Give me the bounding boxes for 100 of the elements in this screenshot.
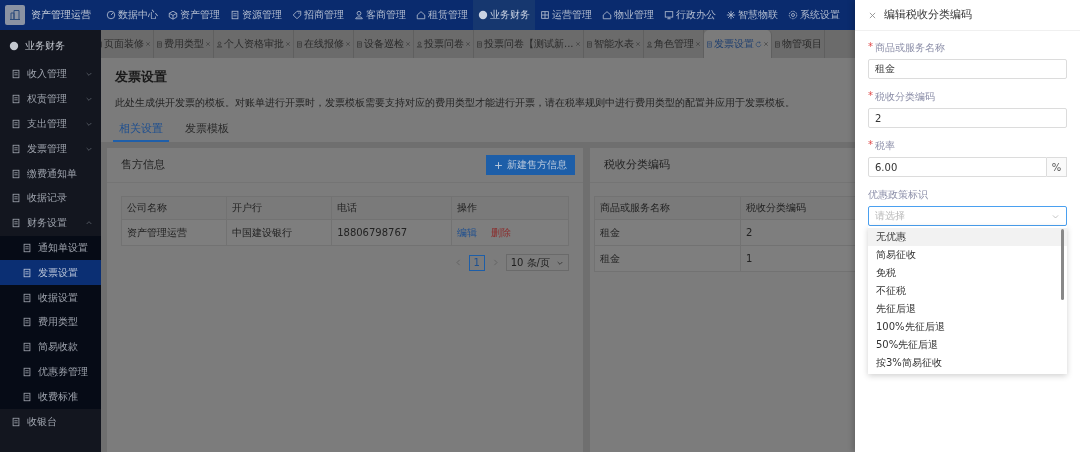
close-icon [634, 41, 641, 47]
table-cell: 资产管理运营 [121, 219, 227, 246]
sidebar-item[interactable]: 发票设置 [0, 260, 101, 286]
refresh-icon [754, 40, 762, 48]
text-field[interactable]: 租金 [868, 59, 1067, 79]
nav-item[interactable]: 资源管理 [225, 0, 287, 30]
rate-field[interactable]: 6.00 [868, 157, 1047, 177]
close-icon [205, 41, 211, 47]
settings-icon [788, 10, 798, 20]
dropdown-option[interactable]: 按3%简易征收 [868, 354, 1067, 372]
dropdown-option[interactable]: 先征后退 [868, 300, 1067, 318]
table-cell: 2 [740, 219, 855, 246]
dropdown-option[interactable]: 不征税 [868, 282, 1067, 300]
column-header: 电话 [331, 196, 452, 220]
close-icon [285, 41, 291, 47]
person-icon [645, 40, 653, 48]
drawer-title: 编辑税收分类编码 [884, 8, 972, 22]
sidebar-item[interactable]: 费用类型 [0, 309, 101, 335]
chevron-down-icon [85, 95, 93, 104]
sidebar-item[interactable]: 权责管理 [0, 86, 101, 112]
nav-item[interactable]: 数据中心 [101, 0, 163, 30]
page-description: 此处生成供开发票的模板。对账单进行开票时，发票模板需要支持对应的费用类型才能进行开票，请在税率规则中进行费用类型的配置并应用于发票模板。 [115, 96, 796, 110]
person-icon [416, 40, 423, 48]
nav-item[interactable]: 运营管理 [535, 0, 597, 30]
field-label: 优惠政策标识 [868, 188, 928, 202]
close-icon [405, 41, 411, 47]
close-icon [574, 41, 581, 47]
sidebar-item[interactable]: 简易收款 [0, 334, 101, 360]
close-icon [868, 10, 877, 20]
sidebar-item[interactable]: 收费标准 [0, 384, 101, 410]
page-title: 发票设置 [115, 68, 168, 86]
section-tab[interactable]: 发票模板 [179, 122, 235, 142]
sidebar-item[interactable]: 支出管理 [0, 111, 101, 137]
required-mark: * [868, 90, 873, 103]
person-icon [354, 10, 364, 20]
sidebar-item[interactable]: 收据设置 [0, 285, 101, 310]
dropdown-option[interactable]: 100%先征后退 [868, 318, 1067, 336]
nav-item[interactable]: 资产管理 [163, 0, 225, 30]
nav-item[interactable]: 物业管理 [597, 0, 659, 30]
table-cell: 中国建设银行 [226, 219, 332, 246]
house-icon [602, 10, 612, 20]
percent-addon: % [1047, 157, 1067, 177]
chevron-down-icon [85, 120, 93, 128]
nav-item[interactable]: 业务财务 [473, 0, 535, 30]
grid-icon [540, 10, 550, 20]
card-title: 售方信息 [121, 158, 165, 172]
column-header: 公司名称 [121, 196, 227, 220]
nav-item[interactable]: 客商管理 [349, 0, 411, 30]
close-icon [345, 41, 351, 47]
scrollbar[interactable] [1061, 229, 1064, 300]
dropdown-option[interactable]: 50%先征后退 [868, 336, 1067, 354]
text-field[interactable]: 2 [868, 108, 1067, 128]
plus-icon [494, 160, 503, 170]
gauge-icon [106, 10, 116, 20]
sidebar-item[interactable]: 财务设置 [0, 210, 101, 236]
sidebar-item[interactable]: 优惠券管理 [0, 359, 101, 385]
column-header: 税收分类编码 [740, 196, 855, 220]
tag-icon [292, 10, 302, 20]
nav-item[interactable]: 招商管理 [287, 0, 349, 30]
required-mark: * [868, 139, 873, 152]
sidebar-item[interactable]: 收银台 [0, 409, 101, 434]
sidebar-item[interactable]: 收据记录 [0, 186, 101, 211]
sidebar-item[interactable]: 缴费通知单 [0, 161, 101, 186]
column-header: 商品或服务名称 [594, 196, 741, 220]
table-cell: 1 [740, 245, 855, 272]
sidebar-title: 业务财务 [0, 30, 101, 62]
chevron-down-icon [85, 70, 93, 79]
nav-item[interactable]: 行政办公 [659, 0, 721, 30]
table-cell: 租金 [594, 219, 741, 246]
close-icon [145, 41, 151, 47]
field-label: 税收分类编码 [875, 90, 935, 104]
field-label: 税率 [875, 139, 895, 153]
sidebar-item[interactable]: 通知单设置 [0, 235, 101, 261]
page-size-select[interactable]: 10 条/页 [505, 254, 569, 271]
field-label: 商品或服务名称 [875, 41, 945, 55]
sparkle-icon [726, 10, 736, 20]
nav-item[interactable]: 系统设置 [783, 0, 845, 30]
cube-icon [168, 10, 178, 20]
column-header: 开户行 [226, 196, 332, 220]
dropdown-option[interactable]: 免税 [868, 264, 1067, 282]
add-seller-button[interactable]: 新建售方信息 [486, 155, 575, 175]
monitor-icon [664, 10, 674, 20]
close-button[interactable] [868, 10, 877, 20]
table-cell: 租金 [594, 245, 741, 272]
nav-item[interactable]: 租赁管理 [411, 0, 473, 30]
close-icon [694, 41, 701, 47]
sidebar-item[interactable]: 收入管理 [0, 62, 101, 87]
app-name: 资产管理运营 [31, 8, 92, 22]
close-icon [465, 41, 471, 47]
house-icon [416, 10, 426, 20]
dropdown-option[interactable]: 无优惠 [868, 228, 1067, 246]
nav-item[interactable]: 智慧物联 [721, 0, 783, 30]
close-icon [762, 41, 769, 47]
person-icon [216, 40, 223, 48]
sidebar-item[interactable]: 发票管理 [0, 136, 101, 162]
required-mark: * [868, 41, 873, 54]
column-header: 操作 [451, 196, 569, 220]
table-cell: 18806798767 [331, 219, 452, 246]
dropdown-option[interactable]: 简易征收 [868, 246, 1067, 264]
card-title: 税收分类编码 [604, 158, 670, 172]
